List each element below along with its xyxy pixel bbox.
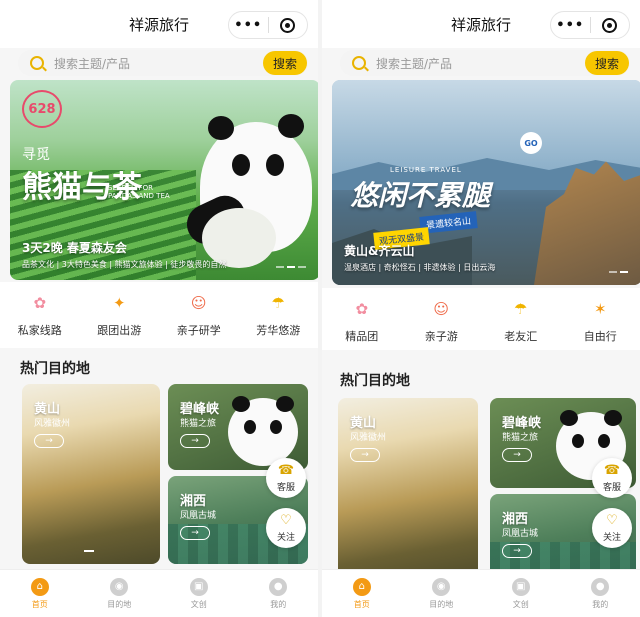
- arrow-right-icon[interactable]: →: [350, 448, 380, 462]
- arrow-right-icon[interactable]: →: [180, 526, 210, 540]
- phone-screen-right: 祥源旅行 ••• 搜索主题/产品 搜索 LEISURE TRAVEL 悠闲不累腿…: [322, 0, 640, 617]
- arrow-right-icon[interactable]: →: [502, 544, 532, 558]
- banner-caption-sub: 品茶文化 | 3大特色美食 | 熊猫文旅体验 | 徒步敬畏的自然: [22, 260, 227, 269]
- phone-screen-left: 祥源旅行 ••• 搜索主题/产品 搜索 628 寻觅 熊猫与茶 SEARCH F…: [0, 0, 318, 617]
- follow-button[interactable]: ♡ 关注: [266, 508, 306, 548]
- category-family-study[interactable]: ☺ 亲子研学: [166, 290, 232, 348]
- event-badge: 628: [22, 90, 62, 128]
- destination-card-huangshan[interactable]: 黄山 风雅徽州 →: [338, 398, 478, 582]
- destination-card-huangshan[interactable]: 黄山 风雅徽州 →: [22, 384, 160, 564]
- customer-service-button[interactable]: ☎ 客服: [592, 458, 632, 498]
- home-icon: ⌂: [30, 577, 49, 596]
- tab-creative[interactable]: ▣ 文创: [169, 577, 229, 610]
- title-bar: 祥源旅行 •••: [0, 0, 318, 48]
- search-bar[interactable]: 搜索主题/产品 搜索: [18, 50, 308, 76]
- user-icon: ●: [591, 577, 610, 596]
- category-group-tour[interactable]: ✦ 跟团出游: [86, 290, 152, 348]
- category-family-tour[interactable]: ☺ 亲子游: [408, 296, 474, 350]
- title-bar: 祥源旅行 •••: [322, 0, 640, 48]
- heart-icon: ♡: [280, 512, 292, 528]
- leisure-icon: ☂: [271, 294, 285, 312]
- more-icon[interactable]: •••: [229, 18, 268, 33]
- panda-photo: [228, 396, 298, 466]
- tab-creative[interactable]: ▣ 文创: [491, 577, 551, 610]
- carousel-indicator: [276, 266, 306, 268]
- tab-home[interactable]: ⌂ 首页: [332, 577, 392, 610]
- promo-banner[interactable]: 628 寻觅 熊猫与茶 SEARCH FOR PANDAS AND TEA 3天…: [10, 80, 318, 280]
- banner-caption-sub: 温泉酒店 | 奇松怪石 | 非遗体验 | 日出云海: [344, 263, 496, 272]
- section-title-hot-destinations: 热门目的地: [20, 361, 90, 377]
- close-target-icon[interactable]: [590, 17, 629, 33]
- free-travel-icon: ✶: [593, 300, 607, 318]
- tab-destinations[interactable]: ◉ 目的地: [89, 577, 149, 610]
- arrow-right-icon[interactable]: →: [180, 434, 210, 448]
- go-badge: GO: [520, 132, 542, 154]
- category-row: ✿ 私家线路 ✦ 跟团出游 ☺ 亲子研学 ☂ 芳华悠游: [0, 282, 318, 348]
- close-target-icon[interactable]: [268, 17, 307, 33]
- bottom-tab-bar: ⌂ 首页 ◉ 目的地 ▣ 文创 ● 我的: [322, 569, 640, 617]
- tab-home[interactable]: ⌂ 首页: [10, 577, 70, 610]
- mini-program-capsule: •••: [550, 11, 630, 39]
- category-old-friends[interactable]: ☂ 老友汇: [488, 296, 554, 350]
- promo-banner[interactable]: LEISURE TRAVEL 悠闲不累腿 景遗较名山 观无双盛景 GO 黄山&齐…: [332, 80, 640, 285]
- mini-program-capsule: •••: [228, 11, 308, 39]
- carousel-indicator: [609, 271, 628, 273]
- search-input[interactable]: 搜索主题/产品: [376, 55, 585, 72]
- tab-profile[interactable]: ● 我的: [570, 577, 630, 610]
- home-icon: ⌂: [352, 577, 371, 596]
- search-icon: [352, 56, 366, 70]
- group-tour-icon: ✦: [112, 294, 126, 312]
- tab-profile[interactable]: ● 我的: [248, 577, 308, 610]
- banner-title: 悠闲不累腿: [350, 174, 491, 214]
- location-icon: ◉: [432, 577, 451, 596]
- category-private-route[interactable]: ✿ 私家线路: [7, 290, 73, 348]
- banner-kicker: 寻觅: [22, 147, 50, 163]
- customer-service-button[interactable]: ☎ 客服: [266, 458, 306, 498]
- bag-icon: ▣: [511, 577, 530, 596]
- search-bar[interactable]: 搜索主题/产品 搜索: [340, 50, 630, 76]
- headset-icon: ☎: [277, 462, 295, 478]
- family-icon: ☺: [433, 300, 450, 318]
- category-free-travel[interactable]: ✶ 自由行: [567, 296, 633, 350]
- category-row: ✿ 精品团 ☺ 亲子游 ☂ 老友汇 ✶ 自由行: [322, 288, 640, 350]
- tab-destinations[interactable]: ◉ 目的地: [411, 577, 471, 610]
- section-title-hot-destinations: 热门目的地: [340, 373, 410, 389]
- more-icon[interactable]: •••: [551, 18, 590, 33]
- location-icon: ◉: [110, 577, 129, 596]
- banner-caption: 黄山&齐云山: [344, 244, 415, 258]
- user-icon: ●: [269, 577, 288, 596]
- premium-tour-icon: ✿: [355, 300, 369, 318]
- headset-icon: ☎: [603, 462, 621, 478]
- category-premium-tour[interactable]: ✿ 精品团: [329, 296, 395, 350]
- search-button[interactable]: 搜索: [263, 51, 307, 75]
- route-icon: ✿: [33, 294, 47, 312]
- bag-icon: ▣: [189, 577, 208, 596]
- banner-caption: 3天2晚 春夏森友会: [22, 241, 127, 255]
- search-input[interactable]: 搜索主题/产品: [54, 55, 263, 72]
- friends-icon: ☂: [514, 300, 528, 318]
- heart-icon: ♡: [606, 512, 618, 528]
- bottom-tab-bar: ⌂ 首页 ◉ 目的地 ▣ 文创 ● 我的: [0, 569, 318, 617]
- arrow-right-icon[interactable]: →: [502, 448, 532, 462]
- follow-button[interactable]: ♡ 关注: [592, 508, 632, 548]
- banner-kicker: LEISURE TRAVEL: [390, 166, 462, 174]
- category-leisure[interactable]: ☂ 芳华悠游: [245, 290, 311, 348]
- search-icon: [30, 56, 44, 70]
- search-button[interactable]: 搜索: [585, 51, 629, 75]
- arrow-right-icon[interactable]: →: [34, 434, 64, 448]
- banner-subtitle: SEARCH FOR PANDAS AND TEA: [108, 184, 170, 200]
- family-icon: ☺: [190, 294, 207, 312]
